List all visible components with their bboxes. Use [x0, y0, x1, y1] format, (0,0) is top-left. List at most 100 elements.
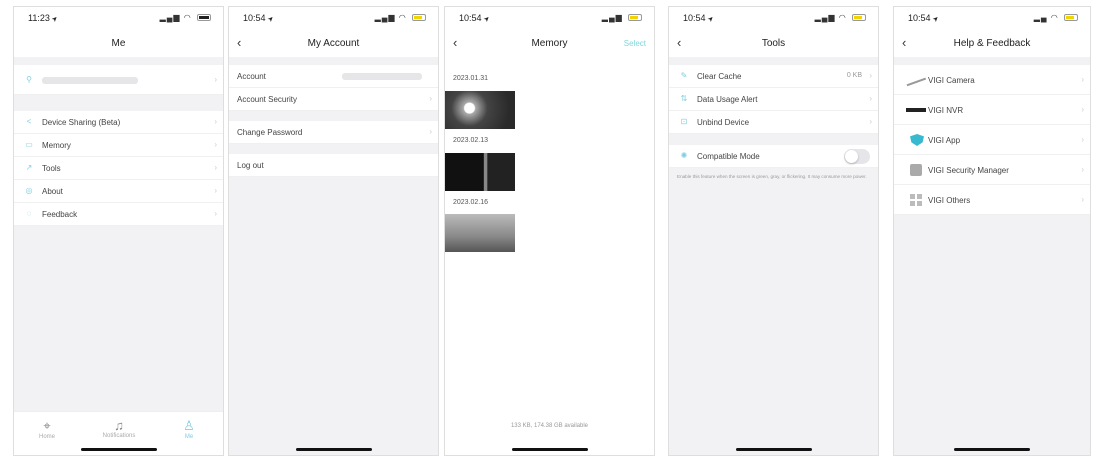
memory-date: 2023.01.31: [453, 75, 489, 82]
nav-bar: Me: [14, 29, 223, 57]
help-item-app[interactable]: VIGI App ›: [894, 125, 1090, 155]
account-row: Account: [229, 65, 438, 88]
screen-tools: 10:54 ▂▄▆ ◠ ‹ Tools ✎ Clear Cache 0 KB ›…: [668, 6, 879, 456]
menu-item-label: Tools: [42, 164, 61, 173]
tab-label: Home: [38, 434, 55, 440]
chevron-right-icon: ›: [214, 186, 217, 195]
memory-thumbnail[interactable]: [445, 91, 515, 129]
chevron-right-icon: ›: [214, 163, 217, 172]
compatible-label: Compatible Mode: [697, 152, 760, 161]
tab-bar: ⌖ Home ♫ Notifications ♙ Me: [14, 411, 223, 455]
change-password-row[interactable]: Change Password ›: [229, 121, 438, 144]
menu-item-about[interactable]: ◎ About ›: [14, 180, 223, 203]
camera-icon: [905, 75, 927, 87]
gear-icon: ✺: [680, 151, 688, 160]
memory-date: 2023.02.16: [453, 199, 489, 206]
account-security-label: Account Security: [237, 95, 298, 104]
account-card[interactable]: ⚲ ›: [14, 65, 223, 95]
tab-notifications[interactable]: ♫ Notifications: [94, 418, 144, 439]
status-time: 10:54: [683, 13, 713, 23]
screen-help-feedback: 10:54 ▂▄ ◠ ‹ Help & Feedback VIGI Camera…: [893, 6, 1091, 456]
data-usage-alert-row[interactable]: ⇅ Data Usage Alert ›: [669, 88, 878, 111]
settings-list: < Device Sharing (Beta) › ▭ Memory › ↗ T…: [14, 111, 223, 226]
status-time: 11:23: [28, 13, 58, 23]
page-title: Tools: [761, 38, 786, 49]
chevron-right-icon: ›: [214, 117, 217, 126]
help-item-others[interactable]: VIGI Others ›: [894, 185, 1090, 215]
change-password-label: Change Password: [237, 128, 303, 137]
status-bar: 10:54 ▂▄▆ ◠: [229, 7, 438, 29]
chevron-right-icon: ›: [429, 127, 432, 136]
broom-icon: ✎: [680, 71, 688, 80]
account-email-redacted: [342, 73, 422, 80]
log-out-button[interactable]: Log out: [229, 154, 438, 177]
help-item-nvr[interactable]: VIGI NVR ›: [894, 95, 1090, 125]
data-icon: ⇅: [680, 94, 688, 103]
chevron-right-icon: ›: [214, 140, 217, 149]
menu-item-label: Device Sharing (Beta): [42, 118, 121, 127]
status-icons: ▂▄▆ ◠: [815, 13, 866, 22]
person-icon: ♙: [183, 418, 195, 433]
help-item-security-manager[interactable]: VIGI Security Manager ›: [894, 155, 1090, 185]
status-time: 10:54: [908, 13, 938, 23]
cache-size: 0 KB: [846, 72, 862, 79]
home-indicator: [954, 448, 1030, 451]
status-time: 10:54: [459, 13, 489, 23]
memory-date: 2023.02.13: [453, 137, 489, 144]
status-icons: ▂▄▆ ◠: [375, 13, 426, 22]
menu-item-memory[interactable]: ▭ Memory ›: [14, 134, 223, 157]
account-label: Account: [237, 72, 266, 81]
chevron-right-icon: ›: [869, 94, 872, 103]
page-title: My Account: [307, 38, 360, 49]
unbind-label: Unbind Device: [697, 118, 750, 127]
tab-label: Notifications: [102, 433, 136, 439]
chevron-right-icon: ›: [1081, 75, 1084, 84]
grid-icon: [910, 194, 922, 206]
nav-bar: ‹ Help & Feedback: [894, 29, 1090, 57]
menu-item-label: Feedback: [42, 210, 78, 219]
status-bar: 10:54 ▂▄▆: [445, 7, 654, 29]
clear-cache-label: Clear Cache: [697, 72, 742, 81]
wrench-icon: ↗: [25, 163, 33, 172]
menu-item-feedback[interactable]: ◌ Feedback ›: [14, 203, 223, 226]
status-bar: 11:23 ▂▄▆ ◠: [14, 7, 223, 29]
unbind-device-row[interactable]: ⊡ Unbind Device ›: [669, 111, 878, 134]
compatible-mode-toggle[interactable]: [844, 149, 870, 164]
status-icons: ▂▄▆: [602, 13, 642, 22]
menu-item-tools[interactable]: ↗ Tools ›: [14, 157, 223, 180]
chat-icon: ◌: [26, 209, 32, 218]
nav-bar: ‹ Tools: [669, 29, 878, 57]
nvr-icon: [906, 108, 926, 112]
menu-item-label: Memory: [42, 141, 71, 150]
help-item-label: VIGI Camera: [928, 76, 975, 85]
tab-me[interactable]: ♙ Me: [164, 418, 214, 440]
data-usage-label: Data Usage Alert: [697, 95, 758, 104]
account-security-row[interactable]: Account Security ›: [229, 88, 438, 111]
account-row[interactable]: ⚲ ›: [14, 65, 223, 95]
tab-label: Me: [184, 434, 194, 440]
home-indicator: [735, 448, 812, 451]
chevron-right-icon: ›: [869, 117, 872, 126]
nav-bar: ‹ My Account: [229, 29, 438, 57]
camera-icon: ⌖: [43, 418, 51, 433]
account-group: Account Account Security ›: [229, 65, 438, 111]
security-manager-icon: [910, 164, 922, 176]
memory-thumbnail[interactable]: [445, 214, 515, 252]
screen-memory: 10:54 ▂▄▆ ‹ Memory Select 2023.01.31 202…: [444, 6, 655, 456]
status-bar: 10:54 ▂▄ ◠: [894, 7, 1090, 29]
page-title: Me: [111, 38, 126, 49]
logout-group: Log out: [229, 154, 438, 177]
select-button[interactable]: Select: [624, 39, 646, 48]
tab-home[interactable]: ⌖ Home: [22, 418, 72, 440]
chevron-right-icon: ›: [214, 209, 217, 218]
page-title: Memory: [531, 38, 568, 49]
help-item-camera[interactable]: VIGI Camera ›: [894, 65, 1090, 95]
menu-item-device-sharing[interactable]: < Device Sharing (Beta) ›: [14, 111, 223, 134]
app-icon: [910, 134, 924, 146]
memory-thumbnail[interactable]: [445, 153, 515, 191]
compatible-mode-row: ✺ Compatible Mode: [669, 145, 878, 168]
screen-me: 11:23 ▂▄▆ ◠ Me ⚲ › < Device Sharing (Bet…: [13, 6, 224, 456]
tools-list: ✎ Clear Cache 0 KB › ⇅ Data Usage Alert …: [669, 65, 878, 134]
home-indicator: [511, 448, 588, 451]
clear-cache-row[interactable]: ✎ Clear Cache 0 KB ›: [669, 65, 878, 88]
